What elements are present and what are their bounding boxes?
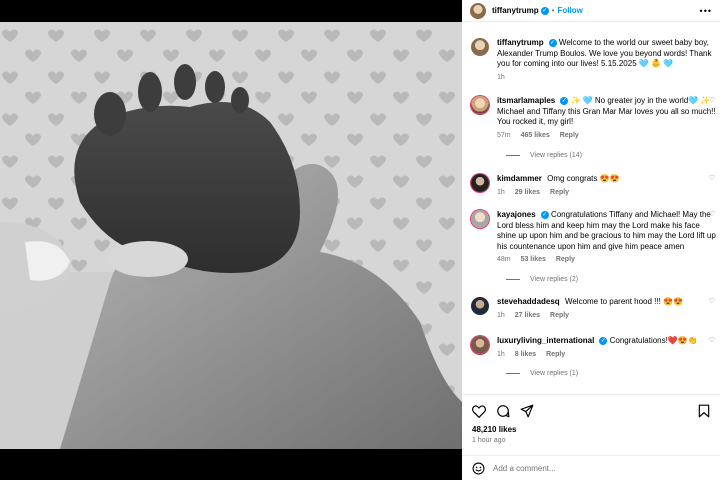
follow-button[interactable]: Follow <box>557 6 582 15</box>
commenter-avatar[interactable] <box>471 297 489 315</box>
bookmark-icon[interactable] <box>698 404 710 418</box>
comment-time[interactable]: 1h <box>497 351 505 358</box>
heart-icon[interactable]: ♡ <box>709 210 715 218</box>
comment-username[interactable]: luxuryliving_international <box>497 336 594 345</box>
verified-badge-icon: ✓ <box>599 336 608 345</box>
comment-time[interactable]: 1h <box>497 189 505 196</box>
verified-badge-icon: ✓ <box>560 96 569 105</box>
post-header: tiffanytrump ✓ • Follow ••• <box>462 0 720 22</box>
caption-time[interactable]: 1h <box>497 74 505 81</box>
emoji-icon[interactable] <box>472 462 485 475</box>
heart-icon[interactable]: ♡ <box>709 297 715 305</box>
view-replies-button[interactable]: View replies (14) <box>506 152 582 159</box>
comment-likes[interactable]: 27 likes <box>515 312 540 319</box>
comment-username[interactable]: stevehaddadesq <box>497 297 560 306</box>
caption-username[interactable]: tiffanytrump <box>497 38 544 47</box>
reply-button[interactable]: Reply <box>556 256 575 263</box>
reply-button[interactable]: Reply <box>550 189 569 196</box>
more-options-icon[interactable]: ••• <box>700 6 712 16</box>
heart-icon[interactable]: ♡ <box>709 96 715 104</box>
share-icon[interactable] <box>520 404 534 418</box>
comment-item: luxuryliving_international ✓ Congratulati… <box>471 336 720 360</box>
commenter-avatar[interactable] <box>471 174 489 192</box>
post-media-area <box>0 0 462 480</box>
comment-icon[interactable] <box>496 404 510 418</box>
comment-username[interactable]: kimdammer <box>497 174 542 183</box>
comment-item: stevehaddadesq Welcome to parent hood !!… <box>471 297 720 321</box>
comment-item: kayajones ✓ Congratulations Tiffany and M… <box>471 210 720 266</box>
comment-text: Congratulations!❤️😍👏 <box>609 336 698 345</box>
caption: tiffanytrump ✓ Welcome to the world our s… <box>471 38 720 83</box>
verified-badge-icon: ✓ <box>540 6 549 15</box>
author-username[interactable]: tiffanytrump <box>492 6 539 15</box>
comment-text: Welcome to parent hood !!! 😍😍 <box>564 297 683 306</box>
commenter-avatar[interactable] <box>471 210 489 228</box>
comment-likes[interactable]: 465 likes <box>521 132 550 139</box>
post-time[interactable]: 1 hour ago <box>462 434 720 444</box>
separator-dot: • <box>551 6 555 15</box>
comment-text: Omg congrats 😍😍 <box>547 174 620 183</box>
comment-time[interactable]: 1h <box>497 312 505 319</box>
post-actions: 48,210 likes 1 hour ago <box>462 394 720 480</box>
heart-icon[interactable]: ♡ <box>709 174 715 182</box>
post-photo[interactable] <box>0 22 462 449</box>
comment-username[interactable]: kayajones <box>497 210 536 219</box>
reply-button[interactable]: Reply <box>546 351 565 358</box>
heart-icon[interactable] <box>472 404 486 418</box>
comment-likes[interactable]: 29 likes <box>515 189 540 196</box>
comment-item: itsmarlamaples ✓ ✨ 🩵 No greater joy in th… <box>471 96 720 141</box>
commenter-avatar[interactable] <box>471 96 489 114</box>
likes-count[interactable]: 48,210 likes <box>462 421 720 434</box>
add-comment-bar <box>462 455 720 480</box>
baby-foot-photo <box>0 22 462 449</box>
view-replies-button[interactable]: View replies (2) <box>506 276 578 283</box>
view-replies-button[interactable]: View replies (1) <box>506 370 578 377</box>
comments-list[interactable]: tiffanytrump ✓ Welcome to the world our s… <box>462 30 720 392</box>
comment-username[interactable]: itsmarlamaples <box>497 96 555 105</box>
reply-button[interactable]: Reply <box>560 132 579 139</box>
comment-likes[interactable]: 53 likes <box>521 256 546 263</box>
add-comment-input[interactable] <box>493 464 693 473</box>
comment-likes[interactable]: 8 likes <box>515 351 536 358</box>
verified-badge-icon: ✓ <box>540 210 549 219</box>
caption-avatar[interactable] <box>471 38 489 56</box>
post-side-panel: tiffanytrump ✓ • Follow ••• tiffanytrump… <box>462 0 720 480</box>
reply-button[interactable]: Reply <box>550 312 569 319</box>
comment-item: kimdammer Omg congrats 😍😍 1h 29 likes Re… <box>471 174 720 198</box>
commenter-avatar[interactable] <box>471 336 489 354</box>
comment-time[interactable]: 57m <box>497 132 511 139</box>
verified-badge-icon: ✓ <box>548 38 557 47</box>
author-avatar[interactable] <box>470 2 486 19</box>
heart-icon[interactable]: ♡ <box>709 336 715 344</box>
comment-time[interactable]: 48m <box>497 256 511 263</box>
